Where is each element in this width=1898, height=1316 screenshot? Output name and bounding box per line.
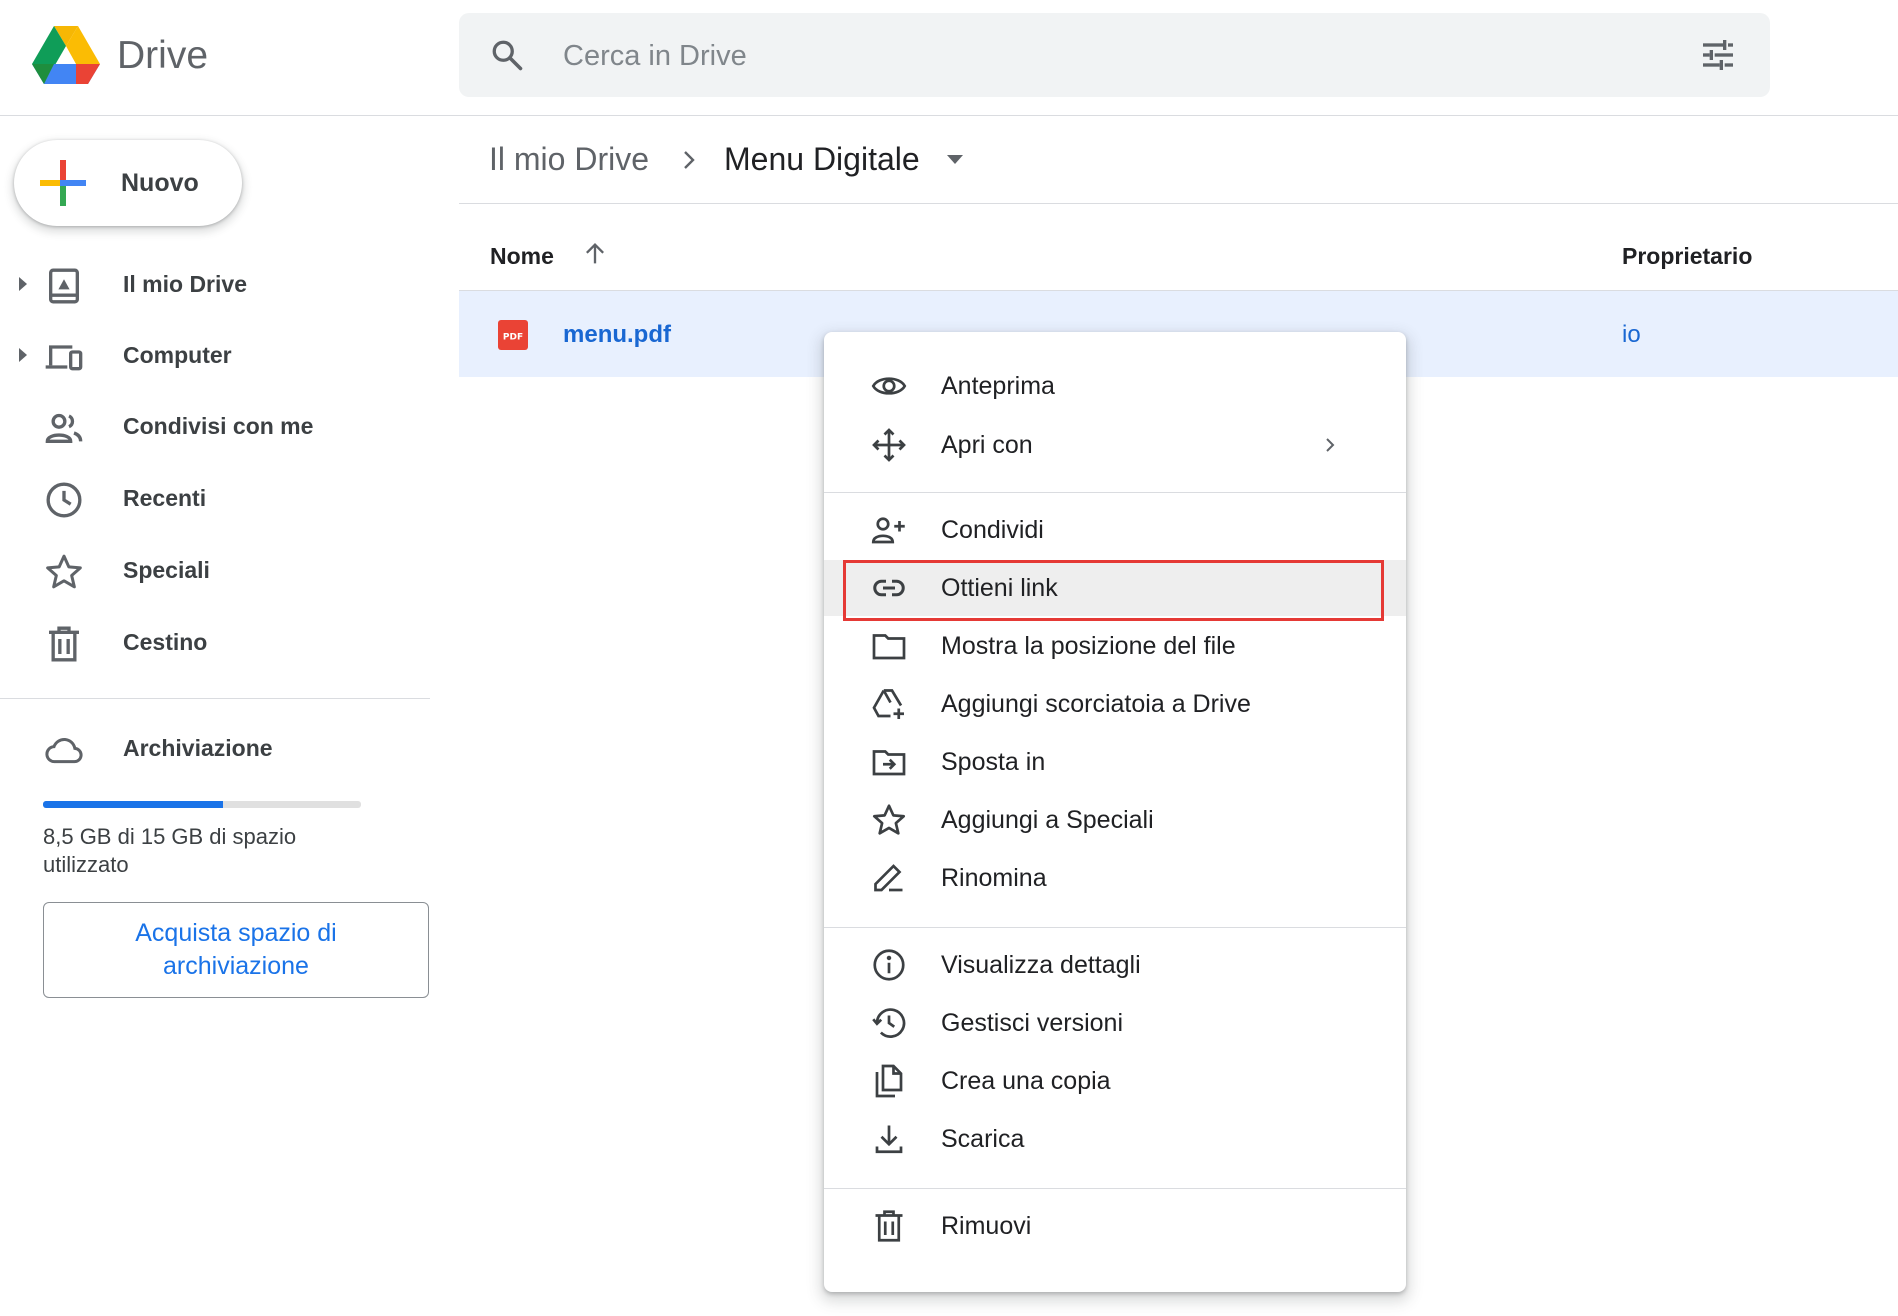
cloud-icon [44, 730, 84, 770]
storage-label: Archiviazione [123, 735, 273, 761]
menu-item-download[interactable]: Scarica [824, 1111, 1406, 1167]
menu-divider [824, 927, 1406, 928]
menu-divider [824, 1188, 1406, 1189]
menu-item-label: Scarica [941, 1125, 1025, 1153]
sidebar-item-label: Recenti [123, 485, 207, 511]
menu-item-label: Sposta in [941, 748, 1046, 776]
menu-item-label: Aggiungi scorciatoia a Drive [941, 690, 1251, 718]
column-header-name[interactable]: Nome [490, 243, 554, 270]
history-icon [869, 1005, 909, 1041]
sidebar-divider [0, 698, 430, 699]
search-bar[interactable] [459, 13, 1770, 97]
menu-item-label: Visualizza dettagli [941, 951, 1141, 979]
menu-item-label: Aggiungi a Speciali [941, 806, 1154, 834]
menu-item-add-shortcut[interactable]: Aggiungi scorciatoia a Drive [824, 676, 1406, 732]
sidebar-item-label: Cestino [123, 629, 208, 655]
menu-item-get-link[interactable]: Ottieni link [824, 560, 1406, 616]
menu-item-share[interactable]: Condividi [824, 502, 1406, 558]
star-icon [44, 552, 84, 592]
drive-logo[interactable] [32, 26, 100, 86]
drive-shortcut-icon [869, 686, 909, 722]
menu-item-remove[interactable]: Rimuovi [824, 1198, 1406, 1254]
sidebar-item-label: Condivisi con me [123, 413, 314, 439]
file-list-header: Nome Proprietario [459, 204, 1898, 291]
column-header-owner[interactable]: Proprietario [1622, 243, 1752, 270]
trash-icon [869, 1208, 909, 1244]
menu-item-make-copy[interactable]: Crea una copia [824, 1053, 1406, 1109]
menu-item-manage-versions[interactable]: Gestisci versioni [824, 995, 1406, 1051]
plus-icon [40, 160, 86, 206]
menu-item-label: Mostra la posizione del file [941, 632, 1236, 660]
breadcrumb-current[interactable]: Menu Digitale [724, 141, 920, 178]
menu-item-label: Crea una copia [941, 1067, 1111, 1095]
link-icon [869, 570, 909, 606]
menu-item-label: Rimuovi [941, 1212, 1032, 1240]
top-bar: Drive [0, 0, 1898, 116]
my-drive-icon [44, 266, 84, 306]
copy-icon [869, 1063, 909, 1099]
new-button[interactable]: Nuovo [14, 140, 242, 226]
menu-item-view-details[interactable]: Visualizza dettagli [824, 937, 1406, 993]
file-owner: io [1622, 321, 1641, 348]
dropdown-arrow-icon[interactable] [945, 153, 965, 167]
menu-item-label: Ottieni link [941, 574, 1058, 602]
person-add-icon [869, 512, 909, 548]
search-options-icon[interactable] [1698, 35, 1738, 75]
breadcrumb: Il mio Drive Menu Digitale [459, 115, 1898, 204]
sidebar-item-storage[interactable]: Archiviazione [0, 719, 430, 777]
star-icon [869, 802, 909, 838]
menu-item-label: Gestisci versioni [941, 1009, 1123, 1037]
breadcrumb-root[interactable]: Il mio Drive [489, 141, 649, 178]
sidebar-item-recent[interactable]: Recenti [0, 469, 430, 527]
menu-item-move-to[interactable]: Sposta in [824, 734, 1406, 790]
folder-icon [869, 628, 909, 664]
move-to-folder-icon [869, 744, 909, 780]
expand-arrow-icon[interactable] [16, 345, 30, 365]
pdf-file-icon: PDF [498, 320, 528, 350]
menu-item-label: Condividi [941, 516, 1044, 544]
buy-storage-button[interactable]: Acquista spazio di archiviazione [43, 902, 429, 998]
storage-progress-bar [43, 801, 361, 808]
storage-progress-fill [43, 801, 224, 808]
chevron-right-icon [681, 148, 697, 172]
pencil-icon [869, 860, 909, 896]
sidebar-item-my-drive[interactable]: Il mio Drive [0, 255, 430, 313]
menu-item-label: Anteprima [941, 372, 1055, 400]
search-icon[interactable] [489, 37, 525, 73]
pdf-badge-text: PDF [503, 333, 523, 343]
menu-item-open-with[interactable]: Apri con [824, 417, 1406, 473]
sidebar-item-label: Il mio Drive [123, 271, 247, 297]
file-name[interactable]: menu.pdf [563, 321, 671, 349]
sidebar-item-computer[interactable]: Computer [0, 326, 430, 384]
clock-icon [44, 480, 84, 520]
sidebar-item-shared[interactable]: Condivisi con me [0, 397, 430, 455]
app-name: Drive [117, 34, 209, 77]
menu-item-add-to-starred[interactable]: Aggiungi a Speciali [824, 792, 1406, 848]
menu-item-rename[interactable]: Rinomina [824, 850, 1406, 906]
computer-icon [44, 337, 84, 377]
context-menu: Anteprima Apri con Condividi Ottieni lin… [824, 332, 1406, 1292]
sidebar-item-trash[interactable]: Cestino [0, 613, 430, 671]
shared-icon [44, 408, 84, 448]
search-input[interactable] [561, 31, 1565, 81]
storage-usage-text: 8,5 GB di 15 GB di spazio utilizzato [43, 824, 297, 877]
menu-item-show-location[interactable]: Mostra la posizione del file [824, 618, 1406, 674]
new-button-label: Nuovo [121, 169, 199, 197]
expand-arrow-icon[interactable] [16, 274, 30, 294]
sidebar-item-starred[interactable]: Speciali [0, 541, 430, 599]
download-icon [869, 1121, 909, 1157]
sidebar-item-label: Speciali [123, 557, 210, 583]
eye-icon [869, 368, 909, 404]
info-icon [869, 947, 909, 983]
menu-item-preview[interactable]: Anteprima [824, 358, 1406, 414]
menu-divider [824, 492, 1406, 493]
trash-icon [44, 624, 84, 664]
sort-arrow-up-icon[interactable] [581, 240, 609, 268]
move-arrows-icon [869, 427, 909, 463]
sidebar-item-label: Computer [123, 342, 232, 368]
menu-item-label: Rinomina [941, 864, 1047, 892]
chevron-right-icon [1322, 434, 1338, 456]
menu-item-label: Apri con [941, 431, 1033, 459]
